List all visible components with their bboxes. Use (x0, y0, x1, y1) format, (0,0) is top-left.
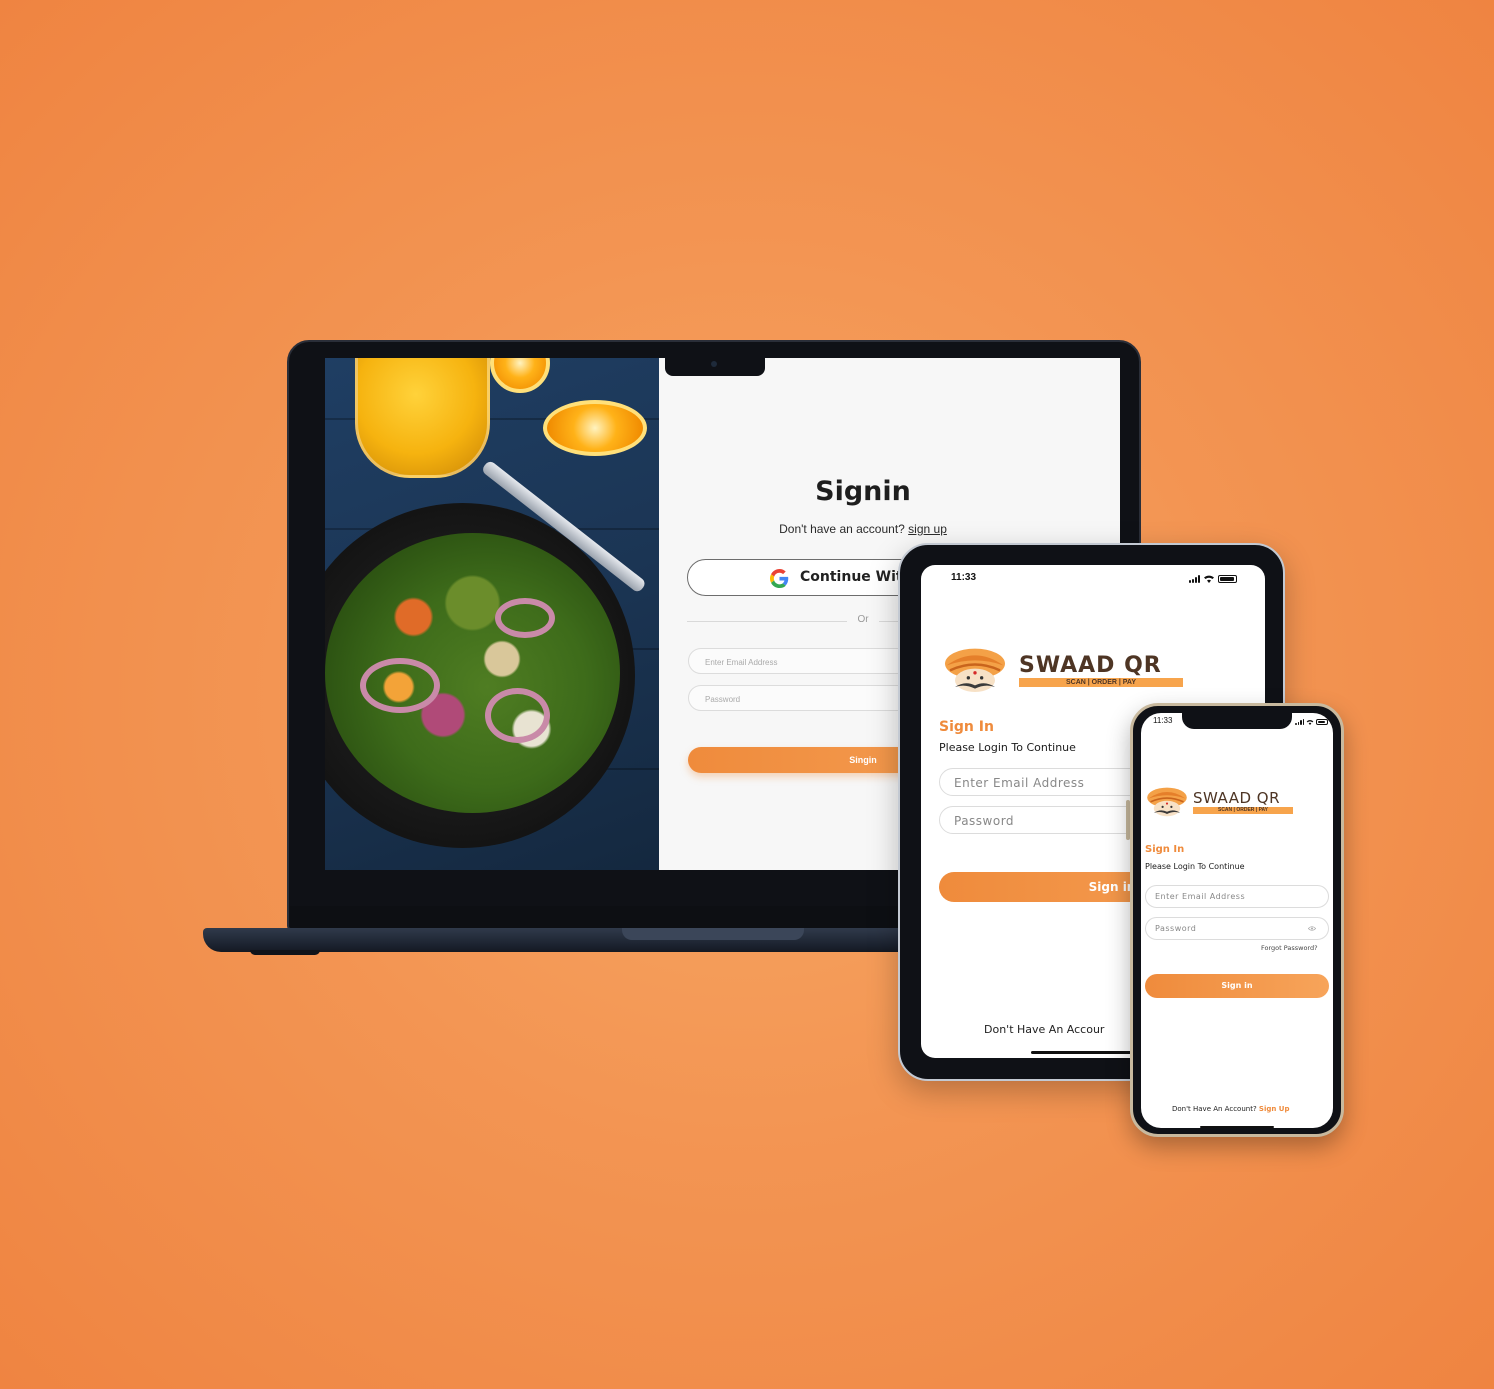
email-field[interactable]: Enter Email Address (1145, 885, 1329, 908)
laptop-hinge (622, 928, 804, 940)
status-time: 11:33 (951, 572, 977, 583)
logo-name: SWAAD QR (1193, 789, 1281, 807)
status-icons (1189, 574, 1237, 583)
password-field[interactable]: Password (1145, 917, 1329, 940)
signin-button-label: Sign in (1088, 880, 1136, 894)
orange-slice-image (490, 358, 550, 393)
signup-prompt: Don't have an account? sign up (659, 522, 1067, 536)
signup-prompt-text: Don't Have An Account? (1172, 1105, 1257, 1113)
google-button-label: Continue With (800, 569, 913, 585)
logo-name: SWAAD QR (1019, 653, 1162, 678)
orange-slice-image (543, 400, 647, 456)
logo-tagline: SCAN | ORDER | PAY (1193, 807, 1293, 814)
swaad-logo: SWAAD QR SCAN | ORDER | PAY (939, 647, 1189, 707)
laptop-foot (250, 950, 320, 955)
status-time: 11:33 (1153, 716, 1173, 725)
signup-prompt-text: Don't have an account? (779, 522, 905, 536)
swaad-logo: SWAAD QR SCAN | ORDER | PAY (1145, 783, 1325, 828)
laptop-notch (665, 358, 765, 376)
forgot-password-link[interactable]: Forgot Password? (1261, 944, 1318, 952)
camera-icon (711, 361, 717, 367)
signin-heading: Sign In (939, 719, 994, 735)
signin-button[interactable]: Sign in (1145, 974, 1329, 998)
phone-notch (1182, 711, 1292, 729)
signup-link[interactable]: sign up (908, 522, 947, 536)
turban-logo-icon (945, 648, 1005, 692)
signup-link[interactable]: Sign Up (1259, 1105, 1290, 1113)
status-icons (1295, 719, 1328, 725)
password-placeholder: Password (1155, 924, 1197, 933)
signin-heading: Sign In (1145, 844, 1185, 855)
signin-button-label: Singin (849, 755, 877, 765)
phone-screen: 11:33 SWAAD QR SCAN | ORDER | PAY Sign I… (1141, 713, 1333, 1128)
food-photo (325, 358, 659, 870)
signin-subheading: Please Login To Continue (1145, 862, 1245, 871)
divider-line (687, 621, 847, 622)
battery-icon (1316, 719, 1328, 725)
page-title: Signin (815, 476, 911, 507)
signal-icon (1295, 719, 1304, 725)
logo-tagline: SCAN | ORDER | PAY (1019, 678, 1183, 687)
juice-glass-image (355, 358, 490, 478)
signal-icon (1189, 575, 1200, 583)
signin-subheading: Please Login To Continue (939, 741, 1076, 754)
signup-prompt: Don't Have An Accour (984, 1023, 1105, 1036)
turban-logo-icon (1147, 787, 1187, 817)
home-indicator (1200, 1126, 1274, 1128)
eye-icon[interactable] (1308, 926, 1316, 931)
google-icon (770, 569, 789, 588)
signup-prompt: Don't Have An Account? Sign Up (1172, 1105, 1289, 1113)
battery-icon (1218, 575, 1237, 583)
signin-button-label: Sign in (1221, 981, 1253, 990)
wifi-icon (1306, 720, 1314, 725)
wifi-icon (1204, 575, 1214, 583)
divider-or: Or (857, 614, 869, 625)
